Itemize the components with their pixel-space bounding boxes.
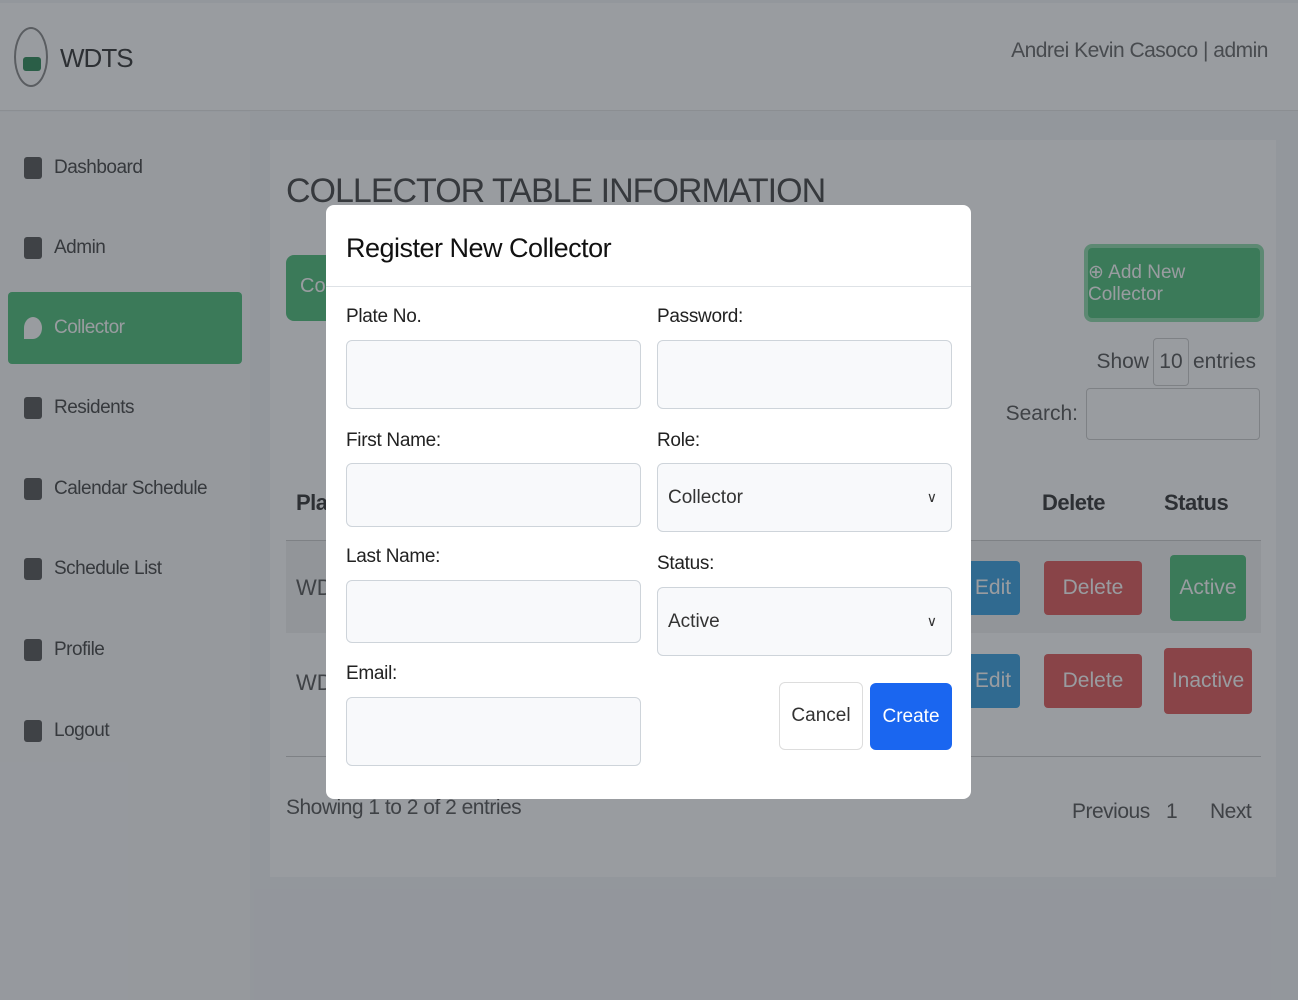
chevron-down-icon: ∨ bbox=[926, 489, 937, 505]
cancel-button[interactable]: Cancel bbox=[779, 682, 863, 750]
register-collector-modal: Register New Collector Plate No. Passwor… bbox=[326, 205, 971, 799]
role-value: Collector bbox=[668, 486, 743, 508]
plate-label: Plate No. bbox=[346, 306, 422, 327]
first-name-label: First Name: bbox=[346, 430, 441, 451]
status-label: Status: bbox=[657, 553, 715, 574]
status-value: Active bbox=[668, 610, 720, 632]
last-name-input[interactable] bbox=[346, 580, 641, 643]
modal-title: Register New Collector bbox=[326, 205, 971, 287]
chevron-down-icon: ∨ bbox=[926, 613, 937, 629]
password-input[interactable] bbox=[657, 340, 952, 409]
email-input[interactable] bbox=[346, 697, 641, 766]
role-label: Role: bbox=[657, 430, 700, 451]
first-name-input[interactable] bbox=[346, 463, 641, 527]
create-button[interactable]: Create bbox=[870, 683, 952, 750]
last-name-label: Last Name: bbox=[346, 546, 441, 567]
status-select[interactable]: Active ∨ bbox=[657, 587, 952, 656]
plate-input[interactable] bbox=[346, 340, 641, 409]
email-label: Email: bbox=[346, 663, 397, 684]
password-label: Password: bbox=[657, 306, 744, 327]
role-select[interactable]: Collector ∨ bbox=[657, 463, 952, 532]
